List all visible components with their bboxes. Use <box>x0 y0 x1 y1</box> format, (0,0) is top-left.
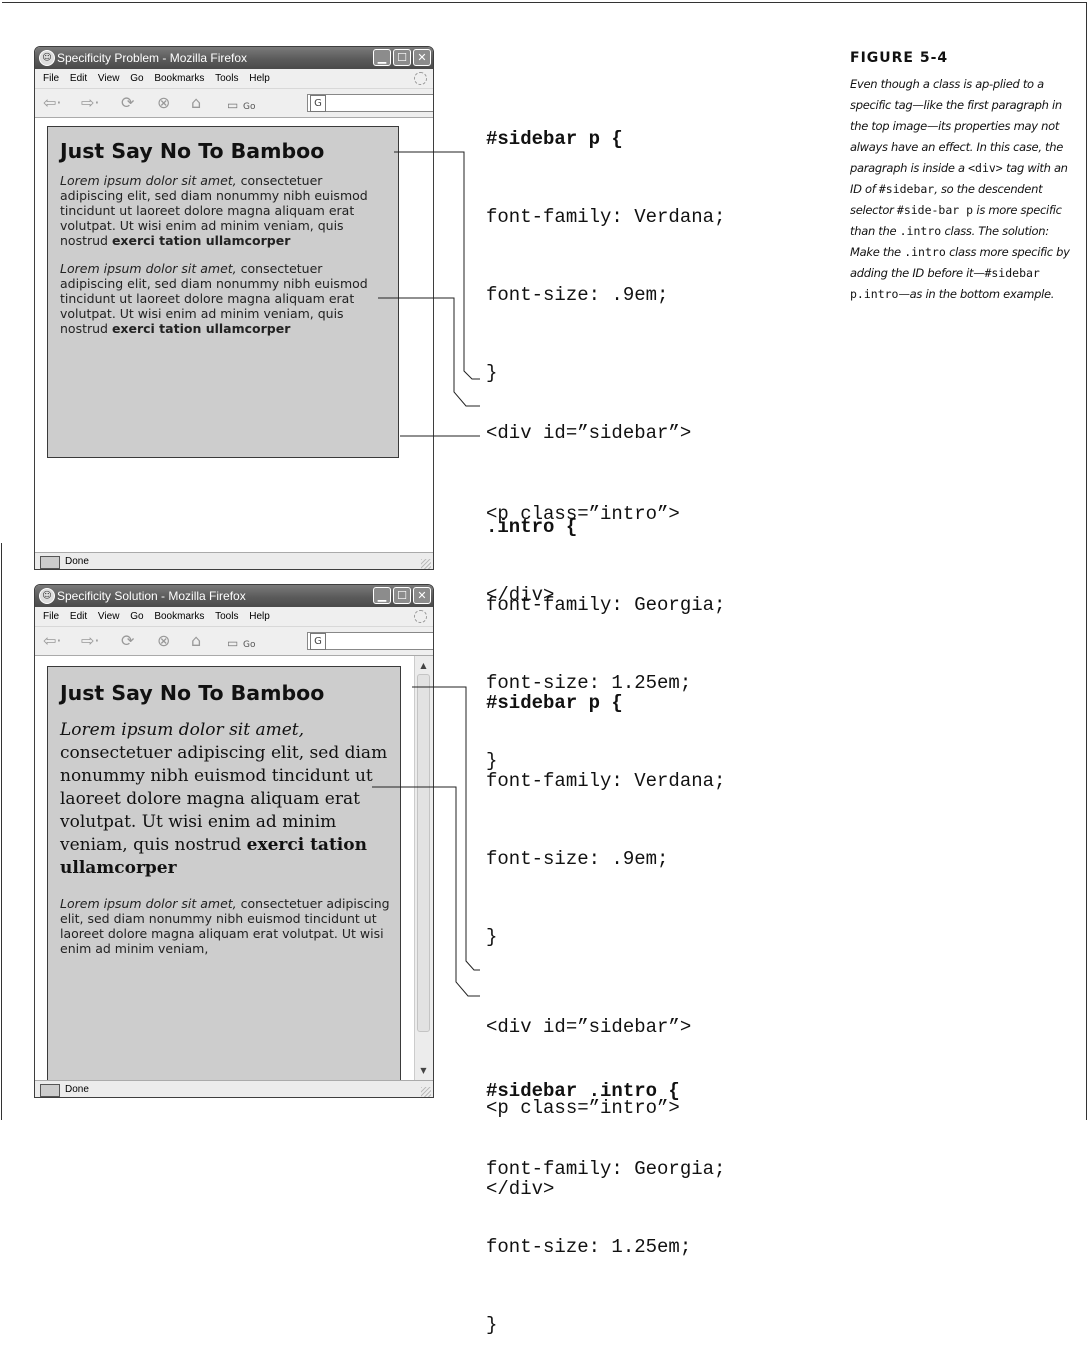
caption-text: —as in the bottom example. <box>898 287 1055 301</box>
caption-code: <div> <box>968 161 1003 175</box>
caption-code: #side-bar p <box>896 203 974 217</box>
callout-line-div <box>394 151 480 380</box>
code-line: font-size: 1.25em; <box>486 1236 692 1258</box>
callout-line-p <box>372 786 480 997</box>
figure-label: FIGURE 5-4 <box>850 50 949 66</box>
caption-code: #sidebar <box>878 182 935 196</box>
caption-code: .intro <box>904 245 946 259</box>
code-line: </div> <box>486 1178 555 1200</box>
caption-code: .intro <box>899 224 942 238</box>
code-line: } <box>486 1314 498 1336</box>
figure-caption: Even though a class is ap-plied to a spe… <box>850 74 1070 305</box>
callout-line-p <box>378 297 480 407</box>
callout-line-div <box>412 686 480 971</box>
